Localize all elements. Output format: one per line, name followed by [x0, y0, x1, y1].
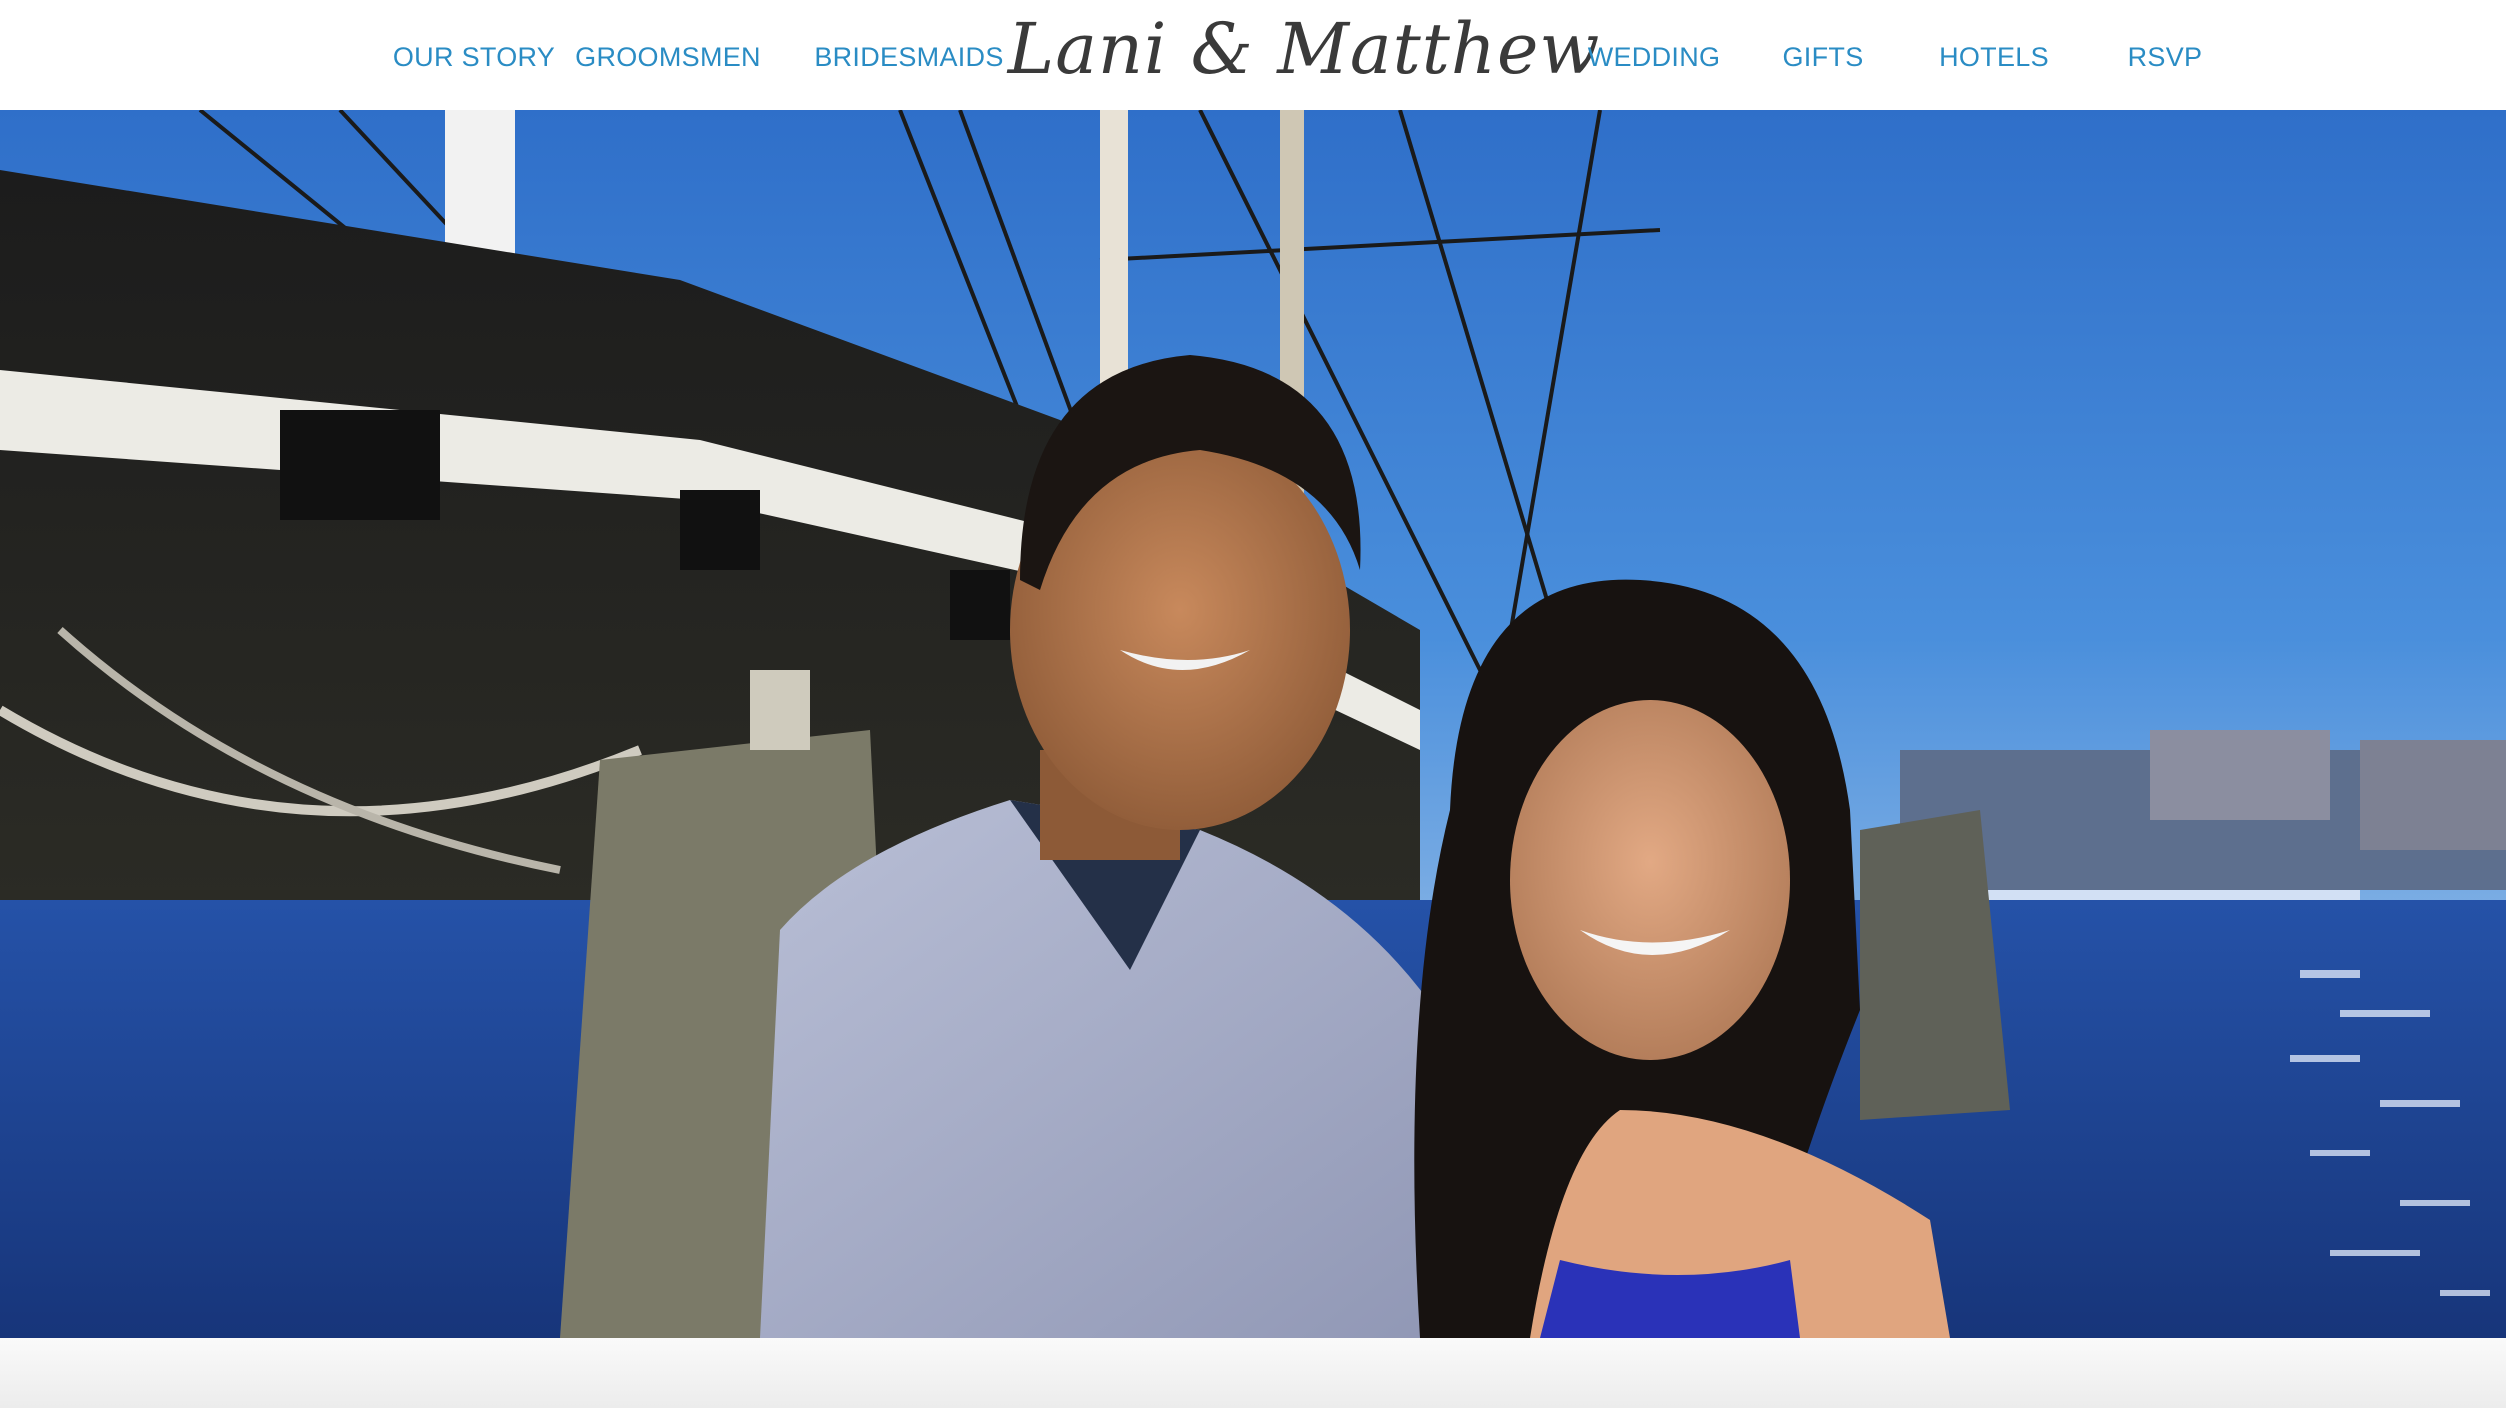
site-brand-title[interactable]: Lani & Matthew [1008, 4, 1601, 94]
nav-bridesmaids[interactable]: BRIDESMAIDS [814, 40, 1003, 74]
site-header: OUR STORY GROOMSMEN BRIDESMAIDS Lani & M… [0, 0, 2506, 110]
nav-our-story[interactable]: OUR STORY [393, 40, 555, 74]
nav-wedding[interactable]: WEDDING [1588, 40, 1721, 74]
nav-groomsmen[interactable]: GROOMSMEN [575, 40, 761, 74]
nav-gifts[interactable]: GIFTS [1783, 40, 1864, 74]
hero-photo-illustration [0, 110, 2506, 1338]
page-footer-strip [0, 1338, 2506, 1408]
nav-hotels[interactable]: HOTELS [1939, 40, 2049, 74]
gun-port [280, 410, 440, 520]
hero-photo [0, 110, 2506, 1338]
nav-rsvp[interactable]: RSVP [2128, 40, 2203, 74]
